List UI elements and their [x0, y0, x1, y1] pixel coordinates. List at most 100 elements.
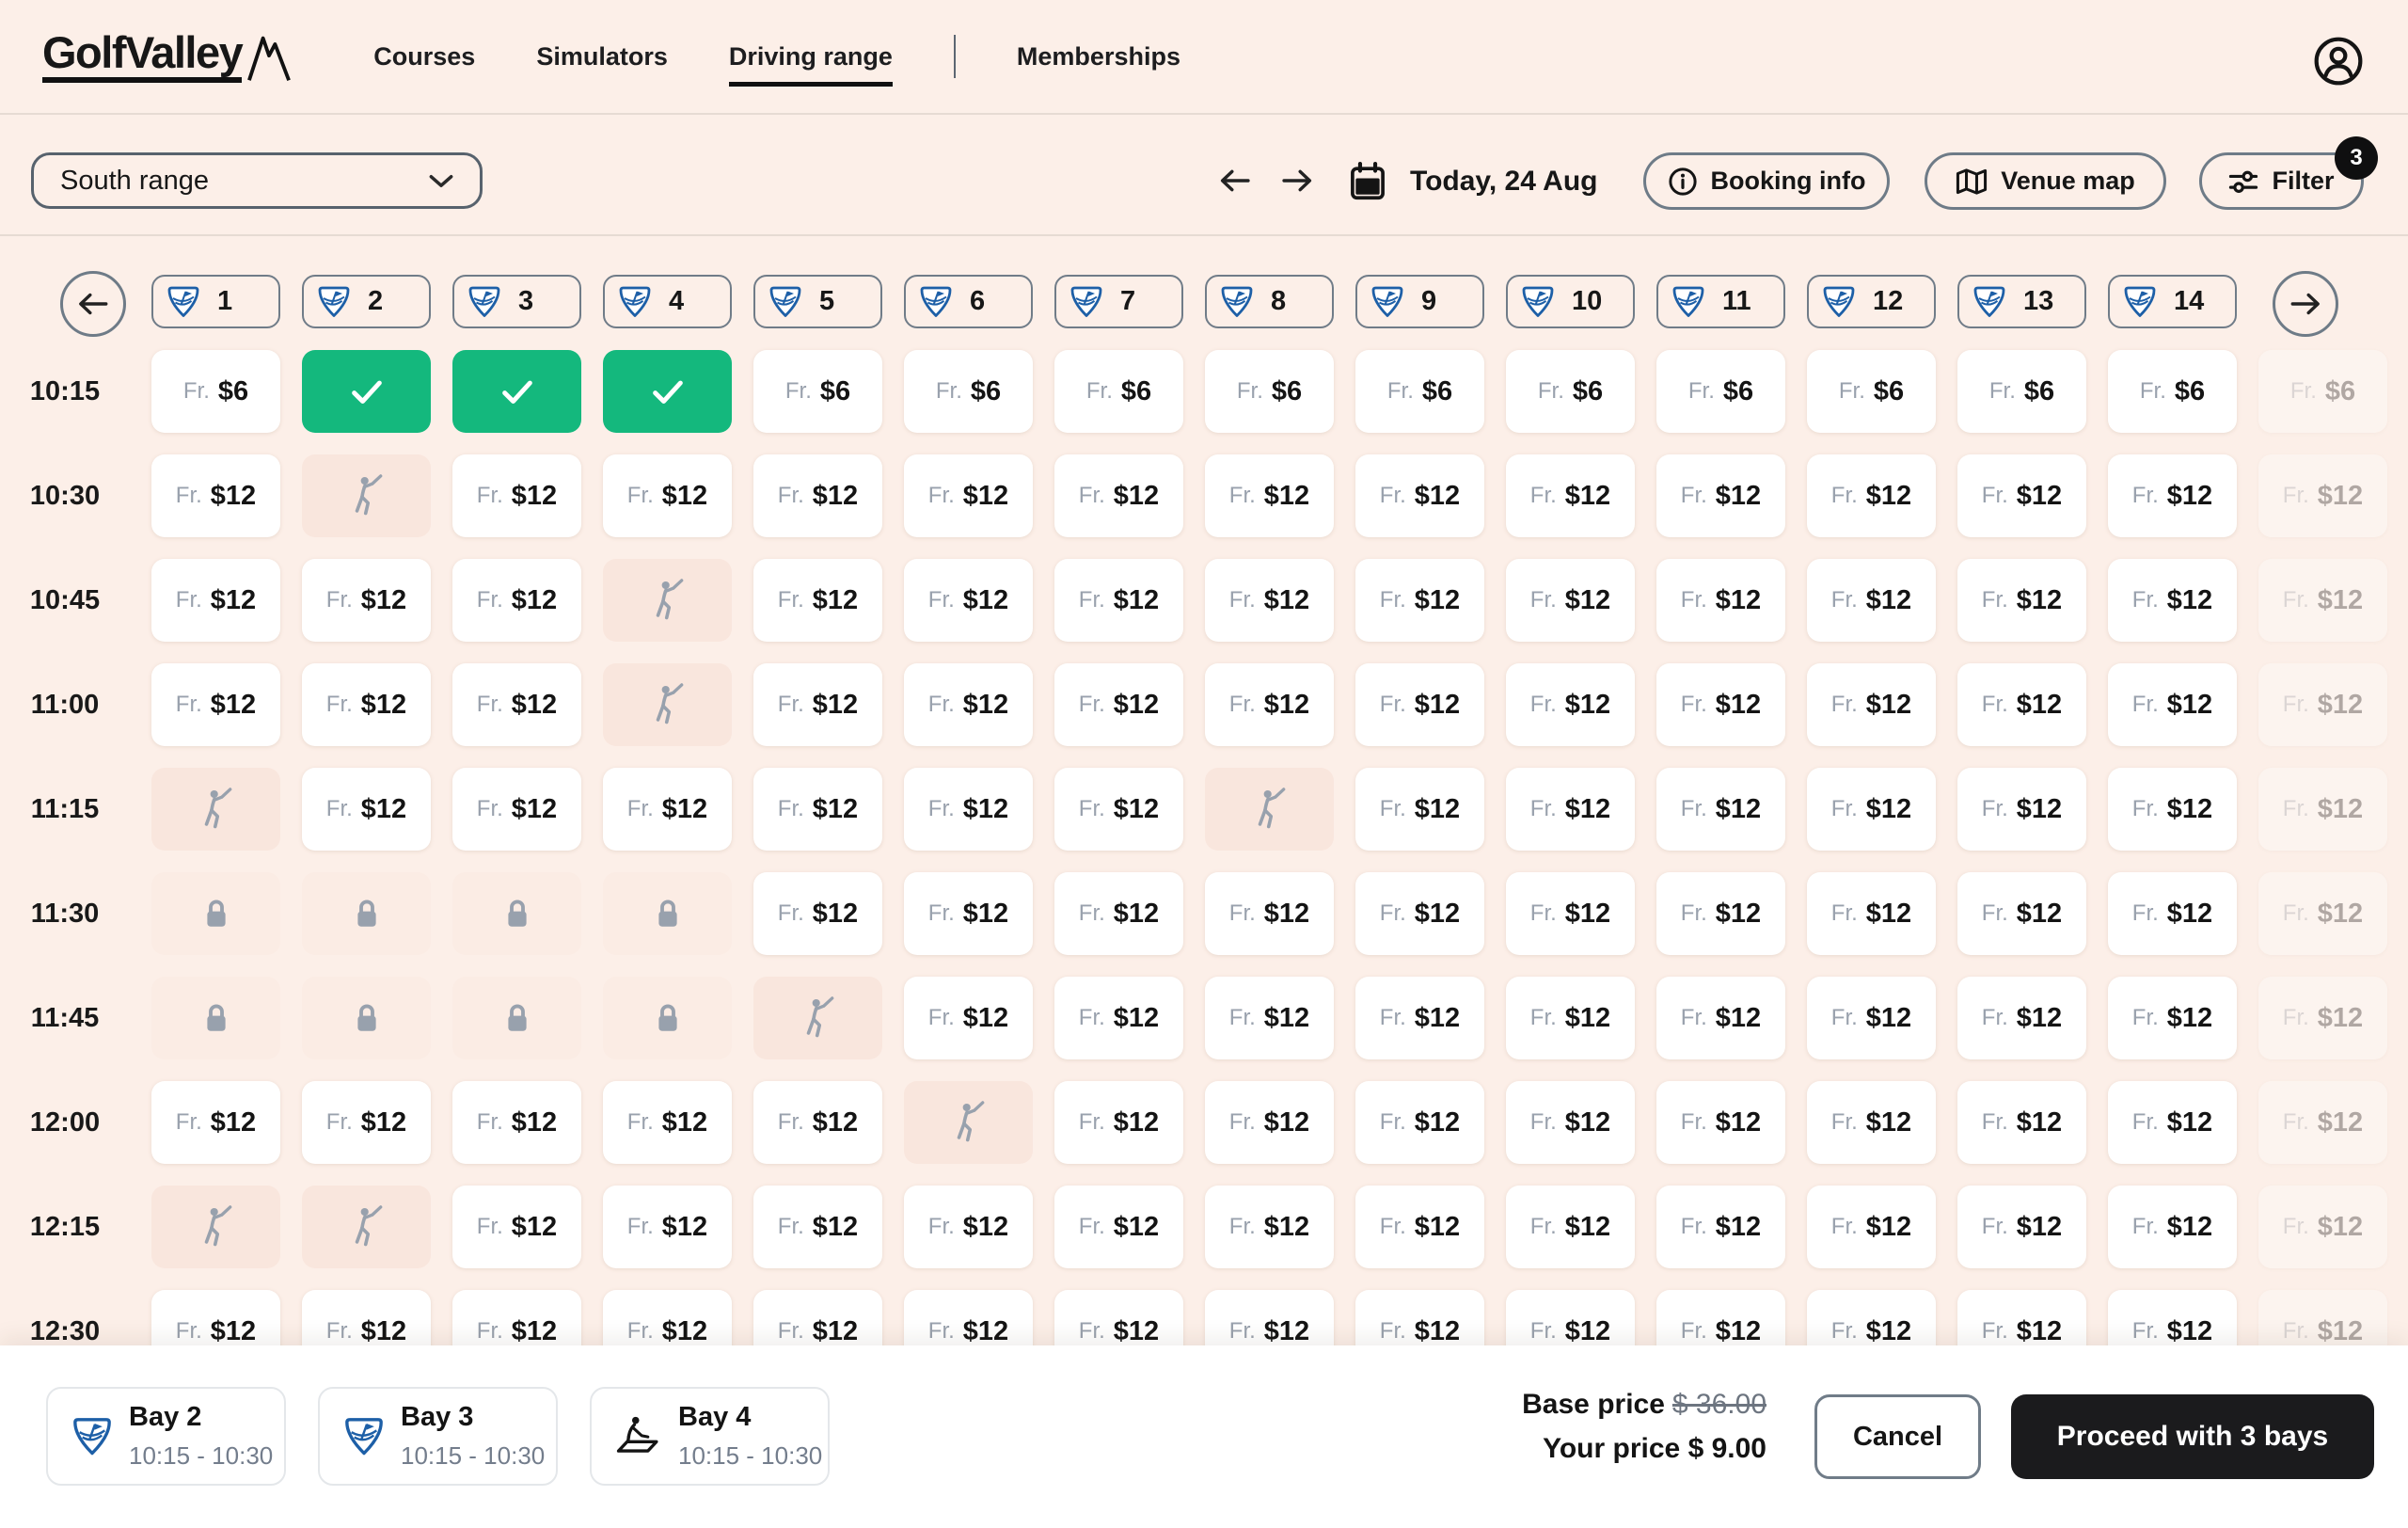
slot-available[interactable]: Fr.$12 — [2108, 768, 2237, 851]
slot-available[interactable]: Fr.$12 — [1656, 872, 1785, 955]
next-date-button[interactable] — [1275, 159, 1319, 202]
slot-available[interactable]: Fr.$12 — [904, 1186, 1033, 1268]
slot-available[interactable]: Fr.$6 — [1807, 350, 1936, 433]
bay-header-5[interactable]: 5 — [753, 275, 882, 328]
slot-available[interactable]: Fr.$12 — [2108, 1186, 2237, 1268]
slot-available[interactable]: Fr.$12 — [1205, 559, 1334, 642]
brand-logo[interactable]: GolfValley — [42, 30, 291, 83]
slot-available[interactable]: Fr.$12 — [753, 1081, 882, 1164]
bay-header-9[interactable]: 9 — [1355, 275, 1484, 328]
slot-available[interactable]: Fr.$12 — [452, 1186, 581, 1268]
scroll-bays-right-button[interactable] — [2273, 271, 2338, 337]
slot-available[interactable]: Fr.$6 — [2108, 350, 2237, 433]
slot-available[interactable]: Fr.$12 — [151, 663, 280, 746]
slot-available[interactable]: Fr.$12 — [1807, 768, 1936, 851]
slot-available[interactable]: Fr.$6 — [904, 350, 1033, 433]
slot-available[interactable]: Fr.$12 — [1355, 454, 1484, 537]
venue-map-button[interactable]: Venue map — [1925, 152, 2166, 210]
slot-available[interactable]: Fr.$12 — [1355, 559, 1484, 642]
slot-available[interactable]: Fr.$12 — [1506, 977, 1635, 1059]
slot-available[interactable]: Fr.$12 — [1054, 559, 1183, 642]
slot-available[interactable]: Fr.$12 — [1054, 1081, 1183, 1164]
slot-available[interactable]: Fr.$12 — [1807, 872, 1936, 955]
slot-available[interactable]: Fr.$12 — [2108, 872, 2237, 955]
slot-selected[interactable] — [603, 350, 732, 433]
slot-available[interactable]: Fr.$12 — [904, 559, 1033, 642]
bay-header-3[interactable]: 3 — [452, 275, 581, 328]
slot-available[interactable]: Fr.$12 — [753, 872, 882, 955]
slot-available[interactable]: Fr.$12 — [1506, 768, 1635, 851]
slot-available[interactable]: Fr.$12 — [452, 663, 581, 746]
selected-bay-card[interactable]: Bay 210:15 - 10:30 — [46, 1387, 286, 1486]
slot-selected[interactable] — [452, 350, 581, 433]
bay-header-13[interactable]: 13 — [1957, 275, 2086, 328]
slot-available[interactable]: Fr.$12 — [753, 1186, 882, 1268]
booking-info-button[interactable]: Booking info — [1643, 152, 1890, 210]
slot-available[interactable]: Fr.$12 — [302, 559, 431, 642]
slot-available[interactable]: Fr.$12 — [1656, 663, 1785, 746]
slot-available[interactable]: Fr.$12 — [904, 454, 1033, 537]
slot-available[interactable]: Fr.$12 — [452, 454, 581, 537]
slot-available[interactable]: Fr.$12 — [302, 663, 431, 746]
slot-available[interactable]: Fr.$12 — [904, 768, 1033, 851]
slot-available[interactable]: Fr.$12 — [1807, 663, 1936, 746]
slot-available[interactable]: Fr.$12 — [452, 768, 581, 851]
slot-available[interactable]: Fr.$12 — [2108, 559, 2237, 642]
slot-available[interactable]: Fr.$6 — [1506, 350, 1635, 433]
slot-available[interactable]: Fr.$6 — [1054, 350, 1183, 433]
slot-available[interactable]: Fr.$12 — [1205, 1081, 1334, 1164]
slot-available[interactable]: Fr.$6 — [1957, 350, 2086, 433]
nav-item-courses[interactable]: Courses — [373, 33, 475, 81]
slot-available[interactable]: Fr.$12 — [1656, 454, 1785, 537]
slot-available[interactable]: Fr.$12 — [1656, 1186, 1785, 1268]
bay-header-1[interactable]: 1 — [151, 275, 280, 328]
slot-available[interactable]: Fr.$12 — [1355, 1186, 1484, 1268]
slot-available[interactable]: Fr.$12 — [1506, 872, 1635, 955]
slot-available[interactable]: Fr.$12 — [753, 454, 882, 537]
slot-available[interactable]: Fr.$6 — [151, 350, 280, 433]
slot-available[interactable]: Fr.$6 — [753, 350, 882, 433]
slot-available[interactable]: Fr.$12 — [904, 872, 1033, 955]
slot-available[interactable]: Fr.$12 — [1957, 663, 2086, 746]
slot-available[interactable]: Fr.$12 — [1506, 454, 1635, 537]
slot-available[interactable]: Fr.$12 — [1054, 1186, 1183, 1268]
bay-header-7[interactable]: 7 — [1054, 275, 1183, 328]
nav-item-driving-range[interactable]: Driving range — [729, 33, 893, 81]
slot-available[interactable]: Fr.$12 — [753, 559, 882, 642]
slot-available[interactable]: Fr.$12 — [1506, 1186, 1635, 1268]
slot-available[interactable]: Fr.$12 — [1957, 454, 2086, 537]
slot-available[interactable]: Fr.$6 — [1656, 350, 1785, 433]
slot-available[interactable]: Fr.$12 — [1807, 1186, 1936, 1268]
slot-available[interactable]: Fr.$12 — [1355, 872, 1484, 955]
slot-available[interactable]: Fr.$12 — [1506, 1081, 1635, 1164]
slot-available[interactable]: Fr.$12 — [1355, 663, 1484, 746]
slot-available[interactable]: Fr.$12 — [1054, 454, 1183, 537]
slot-available[interactable]: Fr.$12 — [1957, 977, 2086, 1059]
bay-header-11[interactable]: 11 — [1656, 275, 1785, 328]
slot-available[interactable]: Fr.$12 — [1355, 768, 1484, 851]
slot-available[interactable]: Fr.$12 — [1054, 977, 1183, 1059]
slot-available[interactable]: Fr.$12 — [2108, 663, 2237, 746]
slot-available[interactable]: Fr.$12 — [753, 663, 882, 746]
slot-available[interactable]: Fr.$12 — [1506, 663, 1635, 746]
slot-available[interactable]: Fr.$6 — [1205, 350, 1334, 433]
slot-available[interactable]: Fr.$12 — [1506, 559, 1635, 642]
slot-available[interactable]: Fr.$12 — [452, 1081, 581, 1164]
slot-available[interactable]: Fr.$12 — [1957, 1186, 2086, 1268]
bay-header-8[interactable]: 8 — [1205, 275, 1334, 328]
selected-bay-card[interactable]: Bay 310:15 - 10:30 — [318, 1387, 558, 1486]
slot-available[interactable]: Fr.$12 — [1205, 454, 1334, 537]
prev-date-button[interactable] — [1213, 159, 1257, 202]
slot-available[interactable]: Fr.$12 — [1656, 1081, 1785, 1164]
slot-available[interactable]: Fr.$12 — [1957, 1081, 2086, 1164]
bay-header-10[interactable]: 10 — [1506, 275, 1635, 328]
slot-available[interactable]: Fr.$12 — [603, 1081, 732, 1164]
slot-available[interactable]: Fr.$12 — [1957, 768, 2086, 851]
slot-available[interactable]: Fr.$12 — [1054, 872, 1183, 955]
scroll-bays-left-button[interactable] — [60, 271, 126, 337]
account-icon[interactable] — [2312, 35, 2365, 88]
slot-available[interactable]: Fr.$12 — [904, 663, 1033, 746]
slot-available[interactable]: Fr.$12 — [302, 1081, 431, 1164]
slot-available[interactable]: Fr.$12 — [904, 977, 1033, 1059]
slot-available[interactable]: Fr.$12 — [1355, 1081, 1484, 1164]
